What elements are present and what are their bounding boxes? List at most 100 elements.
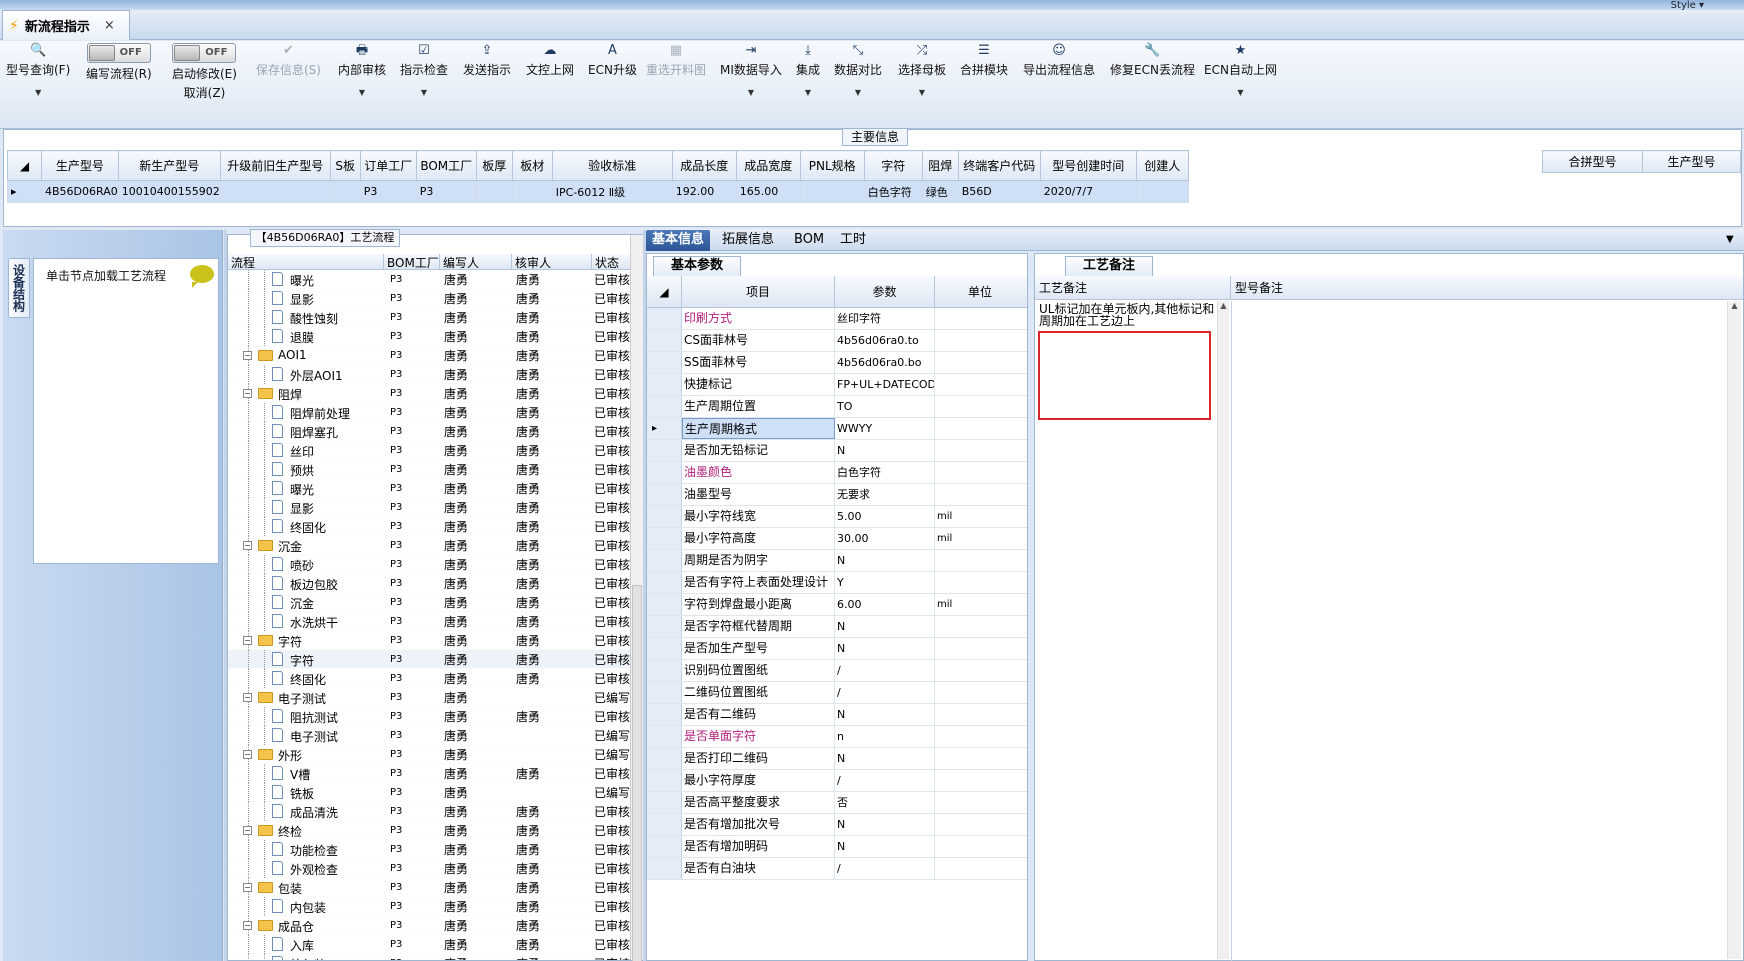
tree-cell-reviewer[interactable]: 唐勇 xyxy=(512,860,592,877)
tree-cell-bom[interactable]: P3 xyxy=(384,426,440,437)
tree-cell-writer[interactable]: 唐勇 xyxy=(440,594,512,611)
param-value[interactable]: N xyxy=(835,616,935,637)
tree-cell-status[interactable]: 已审核 xyxy=(592,879,630,896)
param-row[interactable]: 周期是否为阴字 N xyxy=(647,550,1027,572)
tree-row[interactable]: 外观检查 P3 唐勇 唐勇 已审核 xyxy=(228,858,630,878)
param-row[interactable]: 识别码位置图纸 / xyxy=(647,660,1027,682)
table-cell[interactable]: IPC-6012 Ⅱ级 xyxy=(551,180,673,203)
param-row[interactable]: 是否有增加批次号 N xyxy=(647,814,1027,836)
tree-row[interactable]: 终固化 P3 唐勇 唐勇 已审核 xyxy=(228,668,630,688)
param-value[interactable]: Y xyxy=(835,572,935,593)
tree-cell-bom[interactable]: P3 xyxy=(384,825,440,836)
chevron-down-icon[interactable]: ▼ xyxy=(748,88,754,97)
tree-cell-bom[interactable]: P3 xyxy=(384,901,440,912)
table-cell[interactable] xyxy=(329,180,361,203)
table-cell[interactable]: B56D xyxy=(957,180,1041,203)
tree-row[interactable]: 曝光 P3 唐勇 唐勇 已审核 xyxy=(228,270,630,289)
param-row[interactable]: 是否高平整度要求否 xyxy=(647,792,1027,814)
tree-cell-status[interactable]: 已审核 xyxy=(592,917,630,934)
tree-cell-status[interactable]: 已审核 xyxy=(592,461,630,478)
tree-cell-writer[interactable]: 唐勇 xyxy=(440,575,512,592)
param-row[interactable]: 油墨型号 无要求 xyxy=(647,484,1027,506)
param-row[interactable]: 最小字符高度 30.00 mil xyxy=(647,528,1027,550)
tree-node-cell[interactable]: 酸性蚀刻 xyxy=(228,307,384,327)
tree-cell-status[interactable]: 已编写 xyxy=(592,689,630,706)
tree-row[interactable]: 显影 P3 唐勇 唐勇 已审核 xyxy=(228,288,630,308)
col-header[interactable]: 升级前旧生产型号 xyxy=(219,150,331,181)
param-row[interactable]: 生产周期位置 TO xyxy=(647,396,1027,418)
col-header[interactable]: 成品宽度 xyxy=(735,150,801,181)
param-row[interactable]: 最小字符线宽 5.00 mil xyxy=(647,506,1027,528)
tree-cell-reviewer[interactable]: 唐勇 xyxy=(512,936,592,953)
tree-node-cell[interactable]: 阻焊前处理 xyxy=(228,402,384,422)
notes-scrollbar[interactable]: ▲ xyxy=(1217,301,1229,959)
process-notes-text[interactable]: UL标记加在单元板内,其他标记和周期加在工艺边上 xyxy=(1039,303,1215,327)
tree-cell-status[interactable]: 已审核 xyxy=(592,347,630,364)
tree-cell-reviewer[interactable]: 唐勇 xyxy=(512,613,592,630)
param-row[interactable]: 油墨颜色 白色字符 xyxy=(647,462,1027,484)
col-header[interactable]: S板 xyxy=(329,150,361,181)
table-cell[interactable]: 4B56D06RA0 xyxy=(41,180,119,203)
doc-control-upload-button[interactable]: ☁ 文控上网 xyxy=(526,43,574,78)
tree-node-cell[interactable]: 预烘 xyxy=(228,459,384,479)
tree-cell-reviewer[interactable]: 唐勇 xyxy=(512,651,592,668)
table-cell[interactable]: 绿色 xyxy=(921,180,959,203)
tree-node-cell[interactable]: 板边包胶 xyxy=(228,573,384,593)
param-value[interactable]: N xyxy=(835,814,935,835)
param-value[interactable]: N xyxy=(835,748,935,769)
tree-cell-status[interactable]: 已审核 xyxy=(592,936,630,953)
tree-cell-writer[interactable]: 唐勇 xyxy=(440,841,512,858)
table-cell[interactable] xyxy=(799,180,865,203)
tree-node-cell[interactable]: 成品清洗 xyxy=(228,801,384,821)
tree-cell-reviewer[interactable]: 唐勇 xyxy=(512,594,592,611)
table-cell[interactable]: 白色字符 xyxy=(863,180,923,203)
tree-cell-reviewer[interactable]: 唐勇 xyxy=(512,480,592,497)
tree-cell-writer[interactable]: 唐勇 xyxy=(440,613,512,630)
tree-cell-bom[interactable]: P3 xyxy=(384,502,440,513)
doc-tab-new-process[interactable]: ⚡ 新流程指示 × xyxy=(2,10,130,40)
tree-row[interactable]: − 外形 P3 唐勇 已编写 xyxy=(228,744,630,764)
tree-row[interactable]: 曝光 P3 唐勇 唐勇 已审核 xyxy=(228,478,630,498)
tree-cell-writer[interactable]: 唐勇 xyxy=(440,632,512,649)
tree-cell-status[interactable]: 已审核 xyxy=(592,556,630,573)
tree-cell-writer[interactable]: 唐勇 xyxy=(440,442,512,459)
tree-row[interactable]: 阻焊前处理 P3 唐勇 唐勇 已审核 xyxy=(228,402,630,422)
tree-cell-writer[interactable]: 唐勇 xyxy=(440,689,512,706)
tree-row[interactable]: 沉金 P3 唐勇 唐勇 已审核 xyxy=(228,592,630,612)
tree-node-cell[interactable]: 喷砂 xyxy=(228,554,384,574)
tree-cell-writer[interactable]: 唐勇 xyxy=(440,651,512,668)
tree-cell-bom[interactable]: P3 xyxy=(384,882,440,893)
collapse-icon[interactable]: − xyxy=(243,635,252,645)
param-row[interactable]: 二维码位置图纸 / xyxy=(647,682,1027,704)
tree-cell-status[interactable]: 已审核 xyxy=(592,708,630,725)
tree-cell-status[interactable]: 已审核 xyxy=(592,404,630,421)
param-row[interactable]: CS面菲林号 4b56d06ra0.to xyxy=(647,330,1027,352)
param-value[interactable]: N xyxy=(835,836,935,857)
tree-cell-bom[interactable]: P3 xyxy=(384,331,440,342)
tab-process-notes[interactable]: 工艺备注 xyxy=(1065,256,1153,276)
tree-cell-status[interactable]: 已审核 xyxy=(592,822,630,839)
tree-row[interactable]: − 终检 P3 唐勇 唐勇 已审核 xyxy=(228,820,630,840)
tree-cell-status[interactable]: 已审核 xyxy=(592,575,630,592)
tree-row[interactable]: 丝印 P3 唐勇 唐勇 已审核 xyxy=(228,440,630,460)
tree-row[interactable]: 功能检查 P3 唐勇 唐勇 已审核 xyxy=(228,839,630,859)
tree-cell-bom[interactable]: P3 xyxy=(384,939,440,950)
tree-row[interactable]: 入库 P3 唐勇 唐勇 已审核 xyxy=(228,934,630,954)
tree-node-cell[interactable]: − 沉金 xyxy=(228,535,384,555)
tree-cell-reviewer[interactable]: 唐勇 xyxy=(512,575,592,592)
internal-review-button[interactable]: 🖶 内部审核 ▼ xyxy=(338,43,386,97)
tree-cell-bom[interactable]: P3 xyxy=(384,464,440,475)
tree-cell-bom[interactable]: P3 xyxy=(384,293,440,304)
tree-cell-reviewer[interactable]: 唐勇 xyxy=(512,518,592,535)
integrate-button[interactable]: ⤓ 集成 ▼ xyxy=(796,43,820,97)
ecn-auto-upload-button[interactable]: ★ ECN自动上网 ▼ xyxy=(1204,43,1277,97)
param-value[interactable]: 否 xyxy=(835,792,935,813)
ecn-upgrade-button[interactable]: A ECN升级 xyxy=(588,43,637,78)
param-value[interactable]: 30.00 xyxy=(835,528,935,549)
table-cell[interactable]: 165.00 xyxy=(735,180,801,203)
table-cell[interactable] xyxy=(511,180,553,203)
tree-cell-bom[interactable]: P3 xyxy=(384,749,440,760)
tree-cell-status[interactable]: 已审核 xyxy=(592,385,630,402)
tree-cell-bom[interactable]: P3 xyxy=(384,521,440,532)
chevron-down-icon[interactable]: ▼ xyxy=(855,88,861,97)
